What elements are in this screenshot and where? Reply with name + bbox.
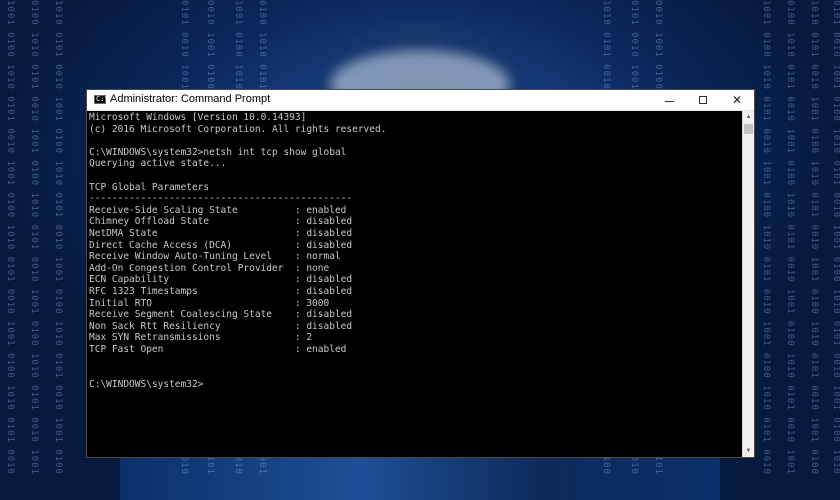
close-icon: ✕ bbox=[731, 93, 743, 107]
scroll-down-arrow-icon[interactable]: ▼ bbox=[743, 445, 754, 457]
console-line: Receive Window Auto-Tuning Level : norma… bbox=[89, 251, 341, 263]
console-line: Chimney Offload State : disabled bbox=[89, 216, 353, 228]
scroll-up-arrow-icon[interactable]: ▲ bbox=[743, 111, 754, 123]
console-line: Max SYN Retransmissions : 2 bbox=[89, 332, 313, 344]
console-output[interactable]: Microsoft Windows [Version 10.0.14393] (c… bbox=[89, 112, 739, 456]
minimize-button[interactable] bbox=[652, 90, 686, 110]
console-line: Querying active state... bbox=[89, 158, 227, 170]
console-line: Non Sack Rtt Resiliency : disabled bbox=[89, 320, 353, 332]
binary-code-column: 1001 0100 1010 0101 0010 1001 0100 1010 … bbox=[761, 0, 771, 475]
maximize-button[interactable] bbox=[686, 90, 720, 110]
binary-code-column: 1010 0101 0010 1001 0100 1010 0101 0010 … bbox=[809, 0, 819, 475]
binary-code-column: 0101 0010 1001 0100 1010 0101 0010 1001 … bbox=[831, 0, 840, 475]
console-line: NetDMA State : disabled bbox=[89, 227, 353, 239]
window-title: Administrator: Command Prompt bbox=[110, 93, 271, 105]
console-line: Add-On Congestion Control Provider : non… bbox=[89, 262, 330, 274]
command-prompt-window[interactable]: C:\ Administrator: Command Prompt ✕ Micr… bbox=[86, 89, 755, 458]
console-line: TCP Global Parameters bbox=[89, 181, 210, 193]
console-line: (c) 2016 Microsoft Corporation. All righ… bbox=[89, 123, 387, 135]
maximize-icon bbox=[699, 96, 707, 104]
console-app-icon[interactable]: C:\ bbox=[94, 95, 109, 104]
minimize-icon bbox=[664, 100, 674, 102]
console-line: Initial RTO : 3000 bbox=[89, 297, 330, 309]
console-line: Receive Segment Coalescing State : disab… bbox=[89, 309, 353, 321]
console-line: C:\WINDOWS\system32>netsh int tcp show g… bbox=[89, 146, 347, 158]
binary-code-column: 1001 0100 1010 0101 0010 1001 0100 1010 … bbox=[5, 0, 15, 475]
close-button[interactable]: ✕ bbox=[720, 90, 754, 110]
console-app-icon-label: C:\ bbox=[96, 95, 109, 103]
binary-code-column: 1010 0101 0010 1001 0100 1010 0101 0010 … bbox=[53, 0, 63, 475]
console-line: RFC 1323 Timestamps : disabled bbox=[89, 285, 353, 297]
vertical-scrollbar[interactable]: ▲ ▼ bbox=[742, 111, 754, 457]
console-line: ECN Capability : disabled bbox=[89, 274, 353, 286]
binary-code-column: 0100 1010 0101 0010 1001 0100 1010 0101 … bbox=[29, 0, 39, 475]
scroll-thumb[interactable] bbox=[744, 124, 753, 134]
console-line: ----------------------------------------… bbox=[89, 193, 353, 205]
title-bar[interactable]: C:\ Administrator: Command Prompt ✕ bbox=[87, 90, 754, 111]
console-line: C:\WINDOWS\system32> bbox=[89, 378, 204, 390]
binary-code-column: 0100 1010 0101 0010 1001 0100 1010 0101 … bbox=[785, 0, 795, 475]
console-line: Microsoft Windows [Version 10.0.14393] bbox=[89, 112, 307, 123]
console-line: Receive-Side Scaling State : enabled bbox=[89, 204, 347, 216]
console-line: TCP Fast Open : enabled bbox=[89, 343, 347, 355]
console-line: Direct Cache Access (DCA) : disabled bbox=[89, 239, 353, 251]
